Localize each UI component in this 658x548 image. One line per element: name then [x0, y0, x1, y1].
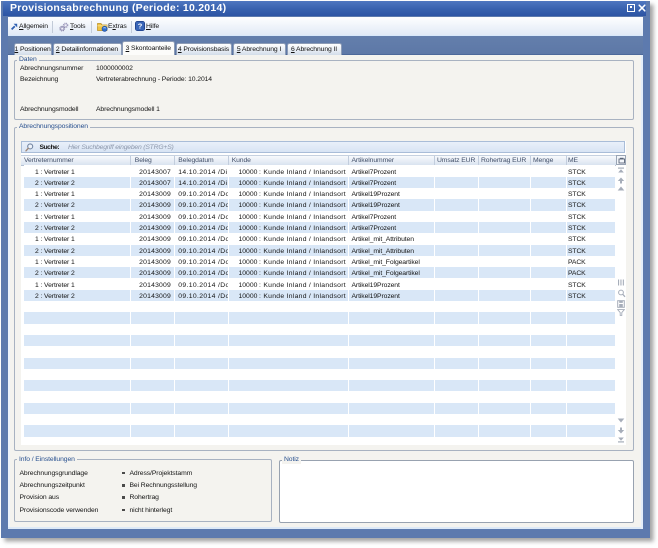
- svg-text:?: ?: [138, 22, 143, 31]
